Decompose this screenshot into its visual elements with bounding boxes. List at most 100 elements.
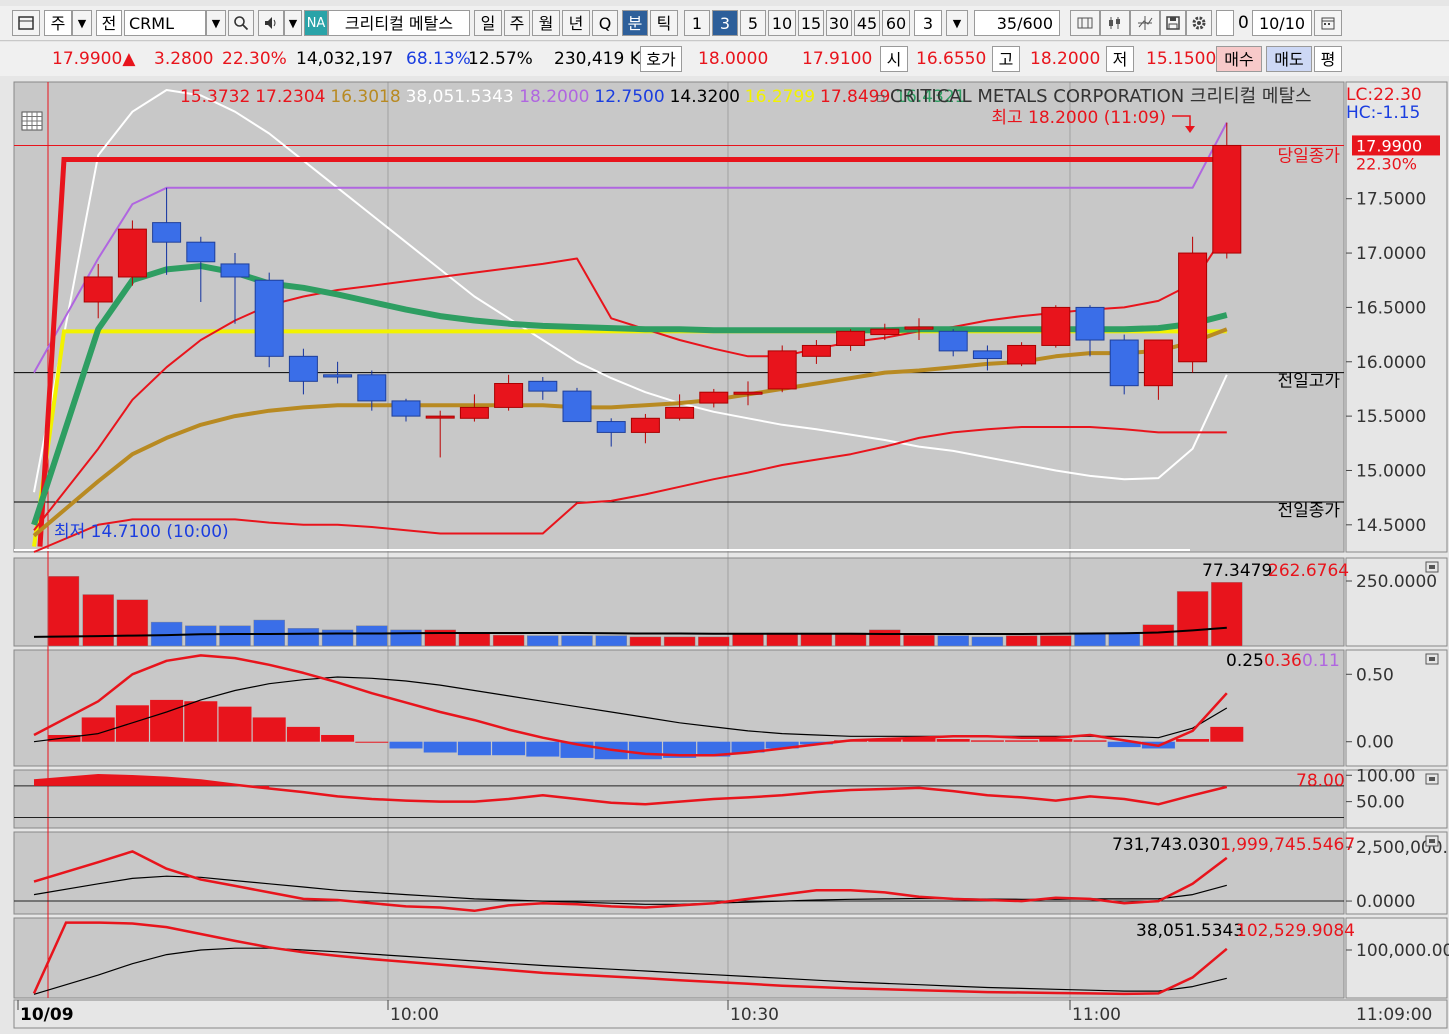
- volume-bar-14: [527, 635, 559, 647]
- macd-bar-33: [1176, 739, 1210, 742]
- na-badge: NA: [304, 10, 328, 36]
- pane-close-icon-0[interactable]: [1425, 561, 1439, 573]
- pane-price: [13, 81, 1345, 553]
- period-button-4[interactable]: Q: [592, 10, 618, 36]
- volume-bar-29: [1040, 635, 1072, 647]
- custom-interval-input[interactable]: 3: [914, 10, 942, 36]
- price-tick-0: 17.5000: [1356, 190, 1426, 210]
- x-tick-2: 10:30: [730, 1005, 779, 1025]
- macd-bar-6: [252, 717, 286, 742]
- period-button-10[interactable]: 10: [768, 10, 796, 36]
- volume-bar-22: [800, 632, 833, 647]
- macd-bar-7: [286, 726, 320, 742]
- period-button-7[interactable]: 1: [684, 10, 710, 36]
- volume-bar-27: [971, 636, 1004, 647]
- volume-bar-30: [1074, 633, 1106, 647]
- pane-close-icon-1[interactable]: [1425, 653, 1439, 665]
- stochastic-tick-1: 50.00: [1356, 793, 1405, 813]
- period-button-3[interactable]: 년: [562, 10, 590, 36]
- save-icon[interactable]: [1160, 10, 1186, 36]
- volume-bar-12: [458, 632, 491, 647]
- volume-bar-16: [595, 635, 627, 647]
- gear-icon[interactable]: [1186, 10, 1212, 36]
- period-button-11[interactable]: 15: [798, 10, 824, 36]
- speaker-dropdown-icon[interactable]: ▼: [284, 10, 302, 36]
- period-button-9[interactable]: 5: [740, 10, 766, 36]
- pane-close-icon-3[interactable]: [1425, 835, 1439, 847]
- count-max: /600: [1017, 14, 1053, 33]
- stock-name: 크리티컬 메탈스: [328, 10, 470, 36]
- candle-body-1: [83, 276, 113, 303]
- pane-close-icon-2[interactable]: [1425, 773, 1439, 785]
- zero-checkbox[interactable]: [1216, 10, 1234, 36]
- trix-label-1: 102,529.9084: [1236, 921, 1355, 941]
- macd-bar-12: [457, 741, 491, 756]
- high-label: 고: [992, 46, 1020, 72]
- avg-button[interactable]: 평: [1314, 46, 1342, 72]
- header-value-6: 14.3200: [670, 87, 740, 107]
- grid-icon[interactable]: [1070, 10, 1100, 36]
- x-tick-0: 10/09: [20, 1005, 74, 1025]
- category-select[interactable]: 전: [96, 10, 122, 36]
- price-chart[interactable]: 당일종가전일고가전일종가 15.3732 17.2304 16.3018 38,051.…: [0, 78, 1449, 1030]
- volume-bar-19: [698, 636, 730, 647]
- period-button-8[interactable]: 3: [712, 10, 738, 36]
- sell-button[interactable]: 매도: [1266, 46, 1312, 72]
- calendar-icon[interactable]: [1314, 10, 1342, 36]
- macd-bar-13: [492, 741, 526, 756]
- candle-body-2: [117, 228, 147, 278]
- change-pct: 22.30%: [222, 49, 287, 69]
- period-button-1[interactable]: 주: [504, 10, 530, 36]
- candle-body-13: [494, 383, 524, 408]
- period-button-13[interactable]: 45: [854, 10, 880, 36]
- volume-bar-17: [629, 636, 662, 647]
- macd-bar-14: [526, 741, 560, 757]
- trix-label-0: 38,051.5343: [1136, 921, 1244, 941]
- candle-body-12: [459, 406, 489, 419]
- speaker-icon[interactable]: [258, 10, 284, 36]
- ticker-dropdown-icon[interactable]: ▼: [206, 10, 226, 36]
- obv-label-1: 1,999,745.5467: [1220, 835, 1355, 855]
- time-label: 11:09:00: [1356, 1005, 1432, 1025]
- header-value-2: 16.3018: [330, 87, 400, 107]
- header-value-1: 17.2304: [255, 87, 325, 107]
- chart-area[interactable]: 당일종가 전일고가 전일종가 15.3732 17.2304 16.3018 38,051.…: [0, 78, 1449, 1030]
- candle-body-4: [186, 241, 216, 263]
- last-price-tag: 17.9900: [1356, 136, 1422, 155]
- macd-bar-9: [355, 741, 389, 743]
- up-arrow-icon: ▲: [122, 49, 136, 69]
- market-select[interactable]: 주: [44, 10, 72, 36]
- volume-bar-7: [287, 628, 320, 647]
- price-tick-5: 15.0000: [1356, 461, 1426, 481]
- macd-bar-26: [936, 739, 970, 742]
- count-field[interactable]: 35/600: [974, 10, 1060, 36]
- macd-bar-17: [628, 741, 662, 760]
- volume-bar-9: [356, 625, 388, 647]
- period-button-14[interactable]: 60: [882, 10, 910, 36]
- period-button-12[interactable]: 30: [826, 10, 852, 36]
- window-icon[interactable]: [12, 10, 40, 36]
- volume-bar-33: [1176, 591, 1209, 647]
- ticker-input[interactable]: CRML: [124, 10, 206, 36]
- candle-body-5: [220, 263, 250, 278]
- candle-body-21: [767, 350, 797, 390]
- macd-bar-30: [1073, 740, 1107, 742]
- candle-tool-icon[interactable]: [1100, 10, 1130, 36]
- volume-label-1: 262.6764: [1268, 561, 1349, 581]
- chevron-down-icon[interactable]: ▼: [72, 10, 92, 36]
- macd-bar-8: [321, 734, 355, 742]
- period-button-5[interactable]: 분: [622, 10, 648, 36]
- period-button-2[interactable]: 월: [532, 10, 560, 36]
- volume-bar-32: [1142, 624, 1175, 647]
- search-icon[interactable]: [228, 10, 254, 36]
- candle-body-6: [254, 279, 284, 357]
- crosshair-tool-icon[interactable]: [1130, 10, 1160, 36]
- period-button-0[interactable]: 일: [474, 10, 502, 36]
- count-value: 35: [996, 14, 1018, 33]
- header-value-7: 16.2799: [745, 87, 815, 107]
- date-input[interactable]: 10/10: [1252, 10, 1312, 36]
- candle-body-14: [528, 380, 558, 392]
- buy-button[interactable]: 매수: [1216, 46, 1262, 72]
- period-button-6[interactable]: 틱: [650, 10, 678, 36]
- interval-dropdown-icon[interactable]: ▼: [946, 10, 968, 36]
